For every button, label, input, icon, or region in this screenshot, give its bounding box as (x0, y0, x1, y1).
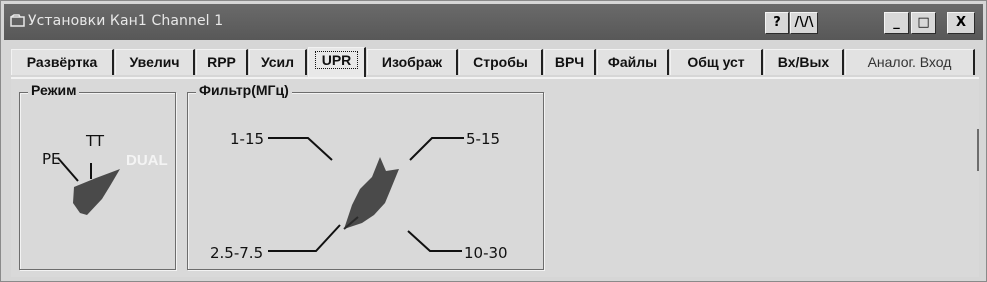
tab-analog-vhod[interactable]: Аналог. Вход (845, 49, 975, 75)
filter-option-10-30[interactable]: 10-30 (464, 244, 508, 262)
tab-vh-vyh[interactable]: Вх/Вых (764, 49, 844, 75)
window-title: Установки Кан1 Channel 1 (28, 13, 224, 29)
minimize-button[interactable]: _ (884, 12, 909, 34)
mode-option-tt[interactable]: TT (86, 132, 104, 150)
filter-group: Фильтр(МГц) 1-15 5-15 2.5-7.5 10-30 (187, 82, 544, 270)
maximize-button[interactable]: □ (911, 12, 936, 34)
mode-group: Режим PE TT DUAL (19, 82, 176, 270)
mode-selector-knob[interactable] (40, 151, 150, 221)
tab-usil[interactable]: Усил (249, 49, 307, 75)
filter-option-2-5-7-5[interactable]: 2.5-7.5 (210, 244, 263, 262)
mode-group-title: Режим (28, 82, 80, 98)
filter-selector-knob[interactable] (268, 133, 468, 263)
settings-window: Установки Кан1 Channel 1 ? /\/\ _ □ X Ра… (0, 0, 987, 282)
tab-faily[interactable]: Файлы (597, 49, 669, 75)
tab-uvelich[interactable]: Увелич (115, 49, 195, 75)
tab-upr[interactable]: UPR (308, 47, 366, 77)
title-bar[interactable]: Установки Кан1 Channel 1 ? /\/\ _ □ X (4, 4, 983, 40)
close-button[interactable]: X (947, 12, 975, 34)
tab-stroby[interactable]: Стробы (459, 49, 543, 75)
panel-edge-mark (977, 129, 979, 171)
filter-group-title: Фильтр(МГц) (196, 82, 292, 98)
tab-izobrazh[interactable]: Изображ (367, 49, 458, 75)
filter-option-5-15[interactable]: 5-15 (466, 130, 500, 148)
filter-option-1-15[interactable]: 1-15 (230, 130, 264, 148)
window-icon (10, 14, 25, 27)
tab-vrch[interactable]: ВРЧ (544, 49, 596, 75)
help-button[interactable]: ? (765, 12, 789, 34)
tab-obsch-ust[interactable]: Общ уст (670, 49, 763, 75)
upr-panel: Режим PE TT DUAL Фильтр(МГц) 1-15 5-15 2… (11, 77, 979, 277)
plot-button[interactable]: /\/\ (790, 12, 818, 34)
tab-razvertka[interactable]: Развёртка (11, 49, 114, 75)
tab-bar: Развёртка Увелич RPP Усил UPR Изображ Ст… (11, 47, 981, 77)
tab-rpp[interactable]: RPP (196, 49, 248, 75)
